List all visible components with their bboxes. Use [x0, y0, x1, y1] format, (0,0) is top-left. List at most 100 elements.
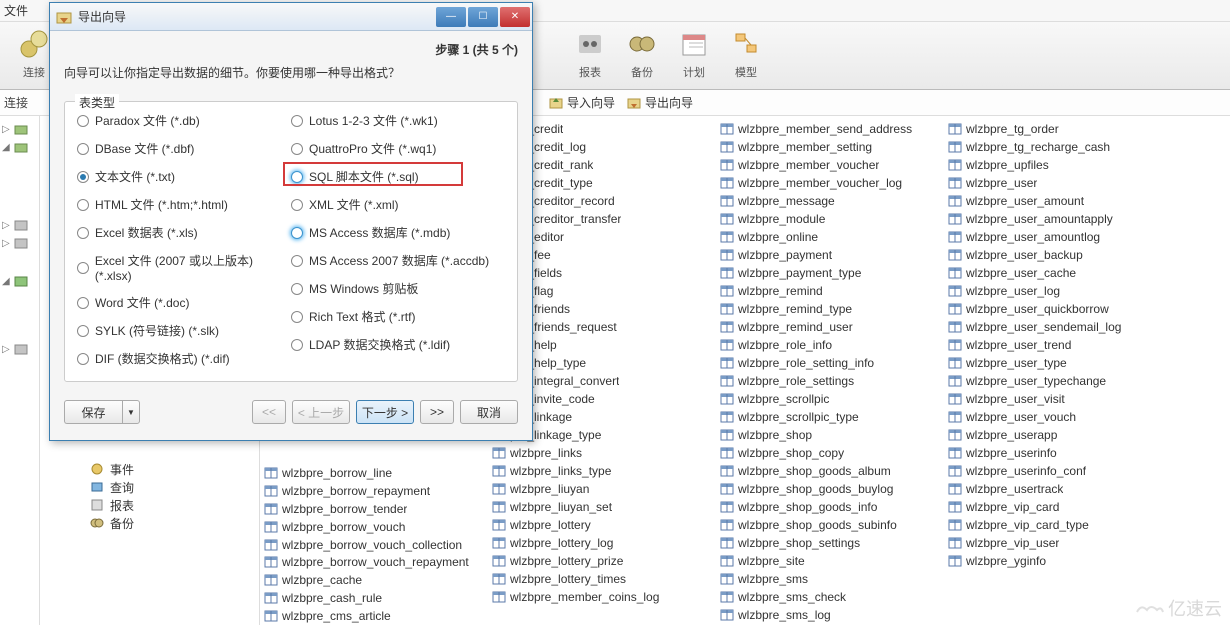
table-item[interactable]: wlzbpre_user_amountapply [944, 210, 1172, 228]
radio-rich-text-------rtf-[interactable]: Rich Text 格式 (*.rtf) [291, 308, 505, 325]
table-item[interactable]: wlzbpre_member_voucher_log [716, 174, 944, 192]
table-item[interactable]: wlzbpre_liuyan_set [488, 498, 716, 516]
radio-sql---------sql-[interactable]: SQL 脚本文件 (*.sql) [291, 168, 505, 185]
table-item[interactable]: wlzbpre_role_settings [716, 372, 944, 390]
tree-node[interactable]: ▷ [0, 216, 39, 234]
tree-node[interactable]: ▷ [0, 234, 39, 252]
table-item[interactable]: wlzbpre_payment_type [716, 264, 944, 282]
table-item[interactable]: wlzbpre_yginfo [944, 552, 1172, 570]
table-item[interactable]: wlzbpre_links_type [488, 462, 716, 480]
radio-ms-access--------mdb-[interactable]: MS Access 数据库 (*.mdb) [291, 224, 505, 241]
radio-paradox-------db-[interactable]: Paradox 文件 (*.db) [77, 112, 291, 129]
table-item[interactable]: wlzbpre_borrow_vouch_collection [260, 536, 488, 554]
table-item[interactable]: wlzbpre_user_backup [944, 246, 1172, 264]
tree-node[interactable]: ◢ [0, 138, 39, 156]
table-item[interactable]: wlzbpre_borrow_repayment [260, 482, 488, 500]
minimize-button[interactable]: — [436, 7, 466, 27]
side-events[interactable]: 事件 [90, 460, 259, 478]
table-item[interactable]: wlzbpre_sms_check [716, 588, 944, 606]
side-report[interactable]: 报表 [90, 496, 259, 514]
table-item[interactable]: wlzbpre_scrollpic [716, 390, 944, 408]
table-item[interactable]: wlzbpre_links [488, 444, 716, 462]
table-item[interactable]: wlzbpre_upfiles [944, 156, 1172, 174]
dialog-titlebar[interactable]: 导出向导 — ☐ ✕ [50, 3, 532, 31]
save-button[interactable]: 保存 [64, 400, 122, 424]
radio-word-------doc-[interactable]: Word 文件 (*.doc) [77, 294, 291, 311]
table-item[interactable]: wlzbpre_user [944, 174, 1172, 192]
table-item[interactable]: wlzbpre_lottery_prize [488, 552, 716, 570]
radio-ms-windows----[interactable]: MS Windows 剪贴板 [291, 280, 505, 297]
sec-export-wizard[interactable]: 导出向导 [627, 94, 693, 111]
radio-html-------htm---html-[interactable]: HTML 文件 (*.htm;*.html) [77, 196, 291, 213]
table-item[interactable]: wlzbpre_tg_order [944, 120, 1172, 138]
table-item[interactable]: wlzbpre_user_trend [944, 336, 1172, 354]
table-item[interactable]: wlzbpre_module [716, 210, 944, 228]
radio-ms-access-2007--------accdb-[interactable]: MS Access 2007 数据库 (*.accdb) [291, 252, 505, 269]
radio-excel--------xls-[interactable]: Excel 数据表 (*.xls) [77, 224, 291, 241]
table-item[interactable]: wlzbpre_user_amount [944, 192, 1172, 210]
table-item[interactable]: wlzbpre_liuyan [488, 480, 716, 498]
table-item[interactable]: wlzbpre_remind [716, 282, 944, 300]
radio-xml-------xml-[interactable]: XML 文件 (*.xml) [291, 196, 505, 213]
table-item[interactable]: wlzbpre_borrow_vouch_repayment [260, 553, 488, 571]
table-item[interactable]: wlzbpre_member_setting [716, 138, 944, 156]
table-item[interactable]: wlzbpre_role_setting_info [716, 354, 944, 372]
cancel-button[interactable]: 取消 [460, 400, 518, 424]
table-item[interactable]: wlzbpre_user_log [944, 282, 1172, 300]
table-item[interactable]: wlzbpre_shop_goods_buylog [716, 480, 944, 498]
radio-dif-------------dif-[interactable]: DIF (数据交换格式) (*.dif) [77, 350, 291, 367]
table-item[interactable]: wlzbpre_user_typechange [944, 372, 1172, 390]
table-item[interactable]: wlzbpre_lottery_times [488, 570, 716, 588]
table-item[interactable]: wlzbpre_site [716, 552, 944, 570]
table-item[interactable]: wlzbpre_user_sendemail_log [944, 318, 1172, 336]
radio-quattropro-------wq1-[interactable]: QuattroPro 文件 (*.wq1) [291, 140, 505, 157]
tool-backup[interactable]: 备份 [616, 22, 668, 89]
table-item[interactable]: wlzbpre_member_send_address [716, 120, 944, 138]
radio-excel-----2007-----------xlsx-[interactable]: Excel 文件 (2007 或以上版本) (*.xlsx) [77, 252, 291, 283]
maximize-button[interactable]: ☐ [468, 7, 498, 27]
table-item[interactable]: wlzbpre_shop [716, 426, 944, 444]
sec-import-wizard[interactable]: 导入向导 [549, 94, 615, 111]
table-item[interactable]: wlzbpre_borrow_tender [260, 500, 488, 518]
tree-node[interactable]: ◢ [0, 272, 39, 290]
radio-sylk-----------slk-[interactable]: SYLK (符号链接) (*.slk) [77, 322, 291, 339]
radio-ldap-----------ldif-[interactable]: LDAP 数据交换格式 (*.ldif) [291, 336, 505, 353]
next-button[interactable]: 下一步 > [356, 400, 414, 424]
table-item[interactable]: wlzbpre_user_amountlog [944, 228, 1172, 246]
table-item[interactable]: wlzbpre_shop_settings [716, 534, 944, 552]
table-item[interactable]: wlzbpre_vip_card [944, 498, 1172, 516]
table-item[interactable]: wlzbpre_member_coins_log [488, 588, 716, 606]
table-item[interactable]: wlzbpre_userinfo [944, 444, 1172, 462]
side-query[interactable]: 查询 [90, 478, 259, 496]
table-item[interactable]: wlzbpre_borrow_vouch [260, 518, 488, 536]
table-item[interactable]: wlzbpre_cms_article [260, 607, 488, 625]
table-item[interactable]: wlzbpre_online [716, 228, 944, 246]
table-item[interactable]: wlzbpre_remind_type [716, 300, 944, 318]
table-item[interactable]: wlzbpre_vip_card_type [944, 516, 1172, 534]
table-item[interactable]: wlzbpre_userapp [944, 426, 1172, 444]
table-item[interactable]: wlzbpre_sms [716, 570, 944, 588]
table-item[interactable]: wlzbpre_borrow_line [260, 464, 488, 482]
table-item[interactable]: wlzbpre_lottery_log [488, 534, 716, 552]
table-item[interactable]: wlzbpre_role_info [716, 336, 944, 354]
table-item[interactable]: wlzbpre_lottery [488, 516, 716, 534]
close-button[interactable]: ✕ [500, 7, 530, 27]
table-item[interactable]: wlzbpre_cash_rule [260, 589, 488, 607]
menu-file[interactable]: 文件 [4, 2, 42, 19]
tool-report[interactable]: 报表 [564, 22, 616, 89]
table-item[interactable]: wlzbpre_usertrack [944, 480, 1172, 498]
table-item[interactable]: wlzbpre_shop_copy [716, 444, 944, 462]
table-item[interactable]: wlzbpre_message [716, 192, 944, 210]
table-item[interactable]: wlzbpre_user_cache [944, 264, 1172, 282]
prev-button[interactable]: < 上一步 [292, 400, 350, 424]
table-item[interactable]: wlzbpre_user_type [944, 354, 1172, 372]
table-item[interactable]: wlzbpre_user_visit [944, 390, 1172, 408]
table-item[interactable]: wlzbpre_cache [260, 571, 488, 589]
table-item[interactable]: wlzbpre_shop_goods_subinfo [716, 516, 944, 534]
tree-node[interactable]: ▷ [0, 340, 39, 358]
table-item[interactable]: wlzbpre_shop_goods_album [716, 462, 944, 480]
table-item[interactable]: wlzbpre_payment [716, 246, 944, 264]
table-item[interactable]: wlzbpre_user_vouch [944, 408, 1172, 426]
radio-lotus-1-2-3-------wk1-[interactable]: Lotus 1-2-3 文件 (*.wk1) [291, 112, 505, 129]
tool-model[interactable]: 模型 [720, 22, 772, 89]
